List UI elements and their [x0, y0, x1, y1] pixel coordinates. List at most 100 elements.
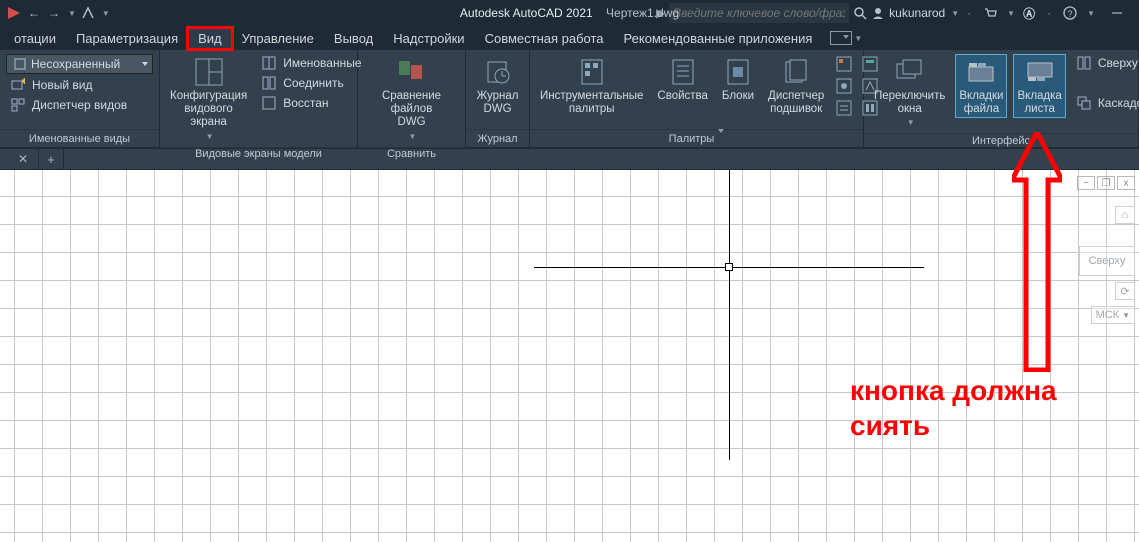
panel-model-viewports: Конфигурация видового экрана ▼ Именованн…: [160, 50, 358, 147]
chevron-down-icon[interactable]: ▼: [68, 9, 76, 18]
app-menu-icon[interactable]: [6, 5, 22, 21]
tile-vert-label: Сверху вн: [1098, 56, 1139, 70]
sheetset-manager-button[interactable]: Диспетчер подшивок: [764, 54, 828, 118]
named-viewports-label: Именованные: [283, 56, 361, 70]
close-tab-icon[interactable]: ✕: [18, 152, 28, 166]
panel-title-interface: Интерфейс: [864, 133, 1138, 147]
file-name: Чертеж1.dwg: [606, 6, 679, 20]
help-icon[interactable]: ?: [1059, 6, 1081, 20]
a360-icon[interactable]: Ⓐ: [1019, 5, 1039, 22]
chevron-down-icon[interactable]: ▼: [854, 34, 862, 43]
properties-icon: [667, 56, 699, 88]
tab-annotations[interactable]: отации: [4, 28, 66, 49]
crosshair-pickbox: [725, 263, 733, 271]
tab-manage[interactable]: Управление: [232, 28, 324, 49]
restore-viewports-label: Восстан: [283, 96, 328, 110]
user-account[interactable]: kukunarod ▼: [871, 6, 959, 20]
chevron-down-icon: ▼: [951, 9, 959, 18]
named-viewports-button[interactable]: Именованные: [257, 54, 365, 72]
blocks-icon: [722, 56, 754, 88]
layout-tabs-label: Вкладка листа: [1017, 90, 1061, 116]
search-box[interactable]: ▶: [656, 3, 867, 23]
chevron-down-icon: ▼: [907, 118, 915, 127]
file-tabs-button[interactable]: Вкладки файла: [955, 54, 1007, 118]
switch-windows-icon: [894, 56, 926, 88]
arrow-left-icon[interactable]: ←: [26, 5, 42, 21]
ribbon-tabs: отации Параметризация Вид Управление Выв…: [0, 26, 1139, 50]
arrow-right-icon[interactable]: →: [46, 5, 62, 21]
blocks-label: Блоки: [722, 90, 754, 103]
viewcube-home-icon[interactable]: ⌂: [1115, 206, 1135, 224]
new-tab-button[interactable]: +: [39, 149, 64, 169]
new-view-label: Новый вид: [32, 78, 92, 92]
tab-output[interactable]: Вывод: [324, 28, 383, 49]
viewcube-rotate-icon[interactable]: ⟳: [1115, 282, 1135, 300]
share-icon[interactable]: [80, 5, 96, 21]
tab-featured-apps[interactable]: Рекомендованные приложения: [614, 28, 823, 49]
named-viewports-icon: [261, 55, 277, 71]
tab-view[interactable]: Вид: [188, 28, 232, 49]
viewcube-wcs[interactable]: МСК▼: [1091, 306, 1135, 324]
title-bar: ← → ▼ ▼ Autodesk AutoCAD 2021 Чертеж1.dw…: [0, 0, 1139, 26]
panel-history: Журнал DWG Журнал: [466, 50, 530, 147]
join-viewports-label: Соединить: [283, 76, 344, 90]
cascade-button[interactable]: Каскадом: [1072, 94, 1139, 112]
sheetset-label: Диспетчер подшивок: [768, 90, 824, 116]
quick-access-toolbar: ← → ▼ ▼: [0, 5, 116, 21]
crosshair-vertical: [729, 170, 730, 460]
palette-icon-1[interactable]: [834, 54, 854, 74]
tool-palettes-icon: [576, 56, 608, 88]
switch-windows-button[interactable]: Переключить окна ▼: [870, 54, 949, 129]
viewport-config-icon: [193, 56, 225, 88]
new-view-button[interactable]: ✱ Новый вид: [6, 76, 153, 94]
layout-tabs-button[interactable]: Вкладка листа: [1013, 54, 1065, 118]
chevron-down-icon[interactable]: ▼: [1087, 9, 1095, 18]
user-icon: [871, 6, 885, 20]
tile-vertically-button[interactable]: Сверху вн: [1072, 54, 1139, 72]
tab-addins[interactable]: Надстройки: [383, 28, 474, 49]
panel-interface: Переключить окна ▼ Вкладки файла Вкладка…: [864, 50, 1139, 147]
new-view-icon: ✱: [10, 77, 26, 93]
qat-more-icon[interactable]: ▼: [102, 9, 110, 18]
layout-tabs-icon: [1024, 56, 1056, 88]
blocks-palette-button[interactable]: Блоки: [718, 54, 758, 105]
viewport-config-button[interactable]: Конфигурация видового экрана ▼: [166, 54, 251, 143]
dwg-history-button[interactable]: Журнал DWG: [473, 54, 523, 118]
annotation-text: кнопка должна сиять: [850, 373, 1057, 443]
cart-icon[interactable]: [979, 6, 1001, 20]
properties-button[interactable]: Свойства: [653, 54, 712, 105]
join-viewports-button[interactable]: Соединить: [257, 74, 365, 92]
search-icon[interactable]: [853, 6, 867, 20]
restore-viewports-button[interactable]: Восстан: [257, 94, 365, 112]
panel-compare: Сравнение файлов DWG ▼ Сравнить: [358, 50, 466, 147]
tab-overflow-icon[interactable]: [830, 31, 852, 45]
drawing-grid: [0, 170, 1139, 542]
user-name: kukunarod: [889, 6, 945, 20]
chevron-down-icon[interactable]: ▼: [1007, 9, 1015, 18]
palette-icon-3[interactable]: [834, 98, 854, 118]
panel-palettes: Инструментальные палитры Свойства Блоки …: [530, 50, 864, 147]
tab-collaborate[interactable]: Совместная работа: [475, 28, 614, 49]
viewport-config-label: Конфигурация видового экрана: [170, 90, 247, 130]
tab-parametric[interactable]: Параметризация: [66, 28, 188, 49]
app-name: Autodesk AutoCAD 2021: [460, 6, 593, 20]
view-manager-button[interactable]: Диспетчер видов: [6, 96, 153, 114]
tool-palettes-button[interactable]: Инструментальные палитры: [536, 54, 647, 118]
file-tabs-label: Вкладки файла: [959, 90, 1003, 116]
document-tab-active[interactable]: ✕: [8, 149, 39, 169]
viewcube-top[interactable]: Сверху: [1079, 246, 1135, 276]
search-input[interactable]: [669, 3, 849, 23]
model-space-canvas[interactable]: [0, 170, 1139, 542]
tile-vert-icon: [1076, 55, 1092, 71]
panel-title-palettes[interactable]: Палитры: [530, 129, 863, 147]
view-state-dropdown[interactable]: Несохраненный: [6, 54, 153, 74]
separator: ·: [963, 6, 975, 20]
dwg-compare-button[interactable]: Сравнение файлов DWG ▼: [364, 54, 459, 143]
palette-icon-2[interactable]: [834, 76, 854, 96]
ribbon: Несохраненный ✱ Новый вид Диспетчер видо…: [0, 50, 1139, 148]
dwg-compare-icon: [396, 56, 428, 88]
switch-windows-label: Переключить окна: [874, 90, 945, 116]
dwg-history-icon: [482, 56, 514, 88]
restore-icon: [261, 95, 277, 111]
minimize-button[interactable]: [1099, 0, 1135, 26]
